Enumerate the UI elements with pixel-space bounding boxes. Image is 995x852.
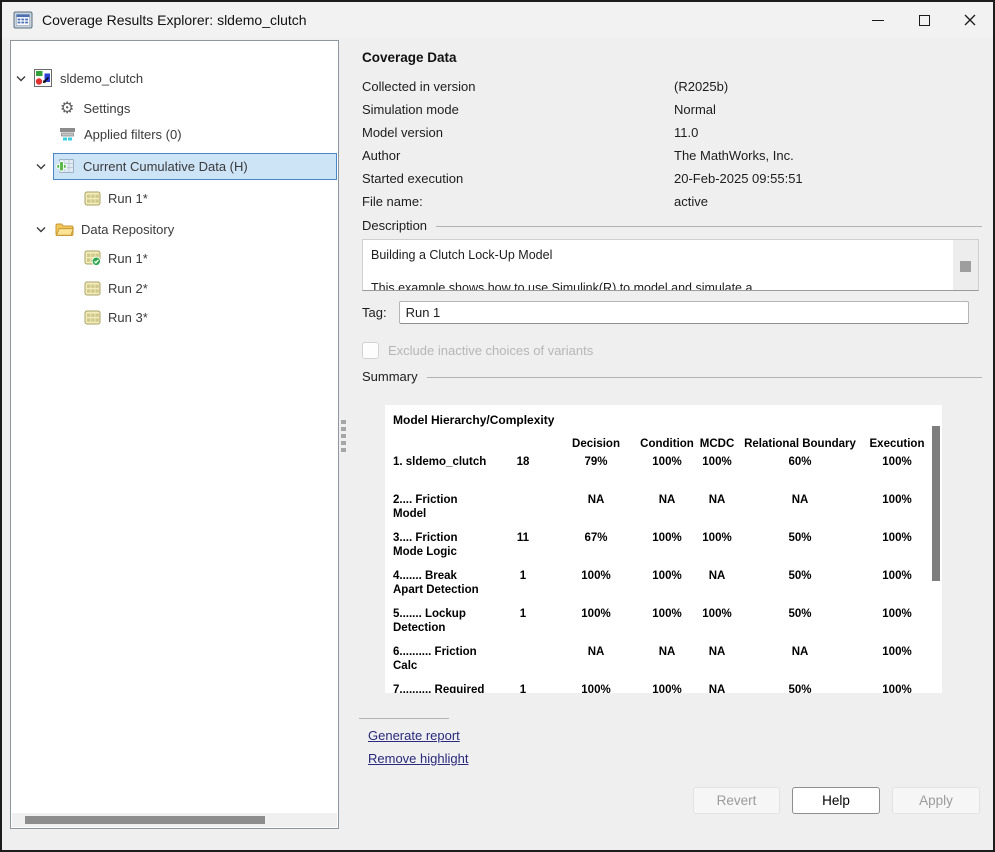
summary-table: Model Hierarchy/Complexity Decision Cond…: [385, 405, 942, 693]
tree-item-label: Data Repository: [81, 222, 174, 237]
table-corner-header: Model Hierarchy/Complexity: [385, 405, 942, 427]
run-data-icon: [84, 310, 101, 325]
horizontal-scrollbar[interactable]: [12, 813, 337, 827]
field-value: 11.0: [674, 125, 982, 140]
run-data-icon: [84, 191, 101, 206]
help-button[interactable]: Help: [792, 787, 880, 814]
column-header: Execution: [863, 436, 931, 451]
field-value: 20-Feb-2025 09:55:51: [674, 171, 982, 186]
tree-item-label: Run 3*: [108, 310, 148, 325]
table-header-row: Decision Condition MCDC Relational Bound…: [385, 436, 942, 451]
minimize-button[interactable]: [855, 2, 901, 38]
tag-input[interactable]: Run 1: [399, 301, 969, 324]
tree-item-run2-repository[interactable]: Run 2*: [11, 275, 338, 301]
coverage-data-heading: Coverage Data: [362, 50, 457, 65]
folder-icon: [55, 222, 74, 237]
exclude-variants-label: Exclude inactive choices of variants: [388, 343, 593, 358]
column-header: Relational Boundary: [737, 436, 863, 451]
simulink-model-icon: [34, 69, 52, 87]
exclude-variants-checkbox[interactable]: [362, 342, 379, 359]
coverage-results-explorer-window: Coverage Results Explorer: sldemo_clutch: [0, 0, 995, 852]
description-section-label: Description: [362, 218, 427, 233]
generate-report-link[interactable]: Generate report: [368, 728, 460, 743]
tree-item-run1-cumulative[interactable]: Run 1*: [11, 185, 338, 211]
close-button[interactable]: [947, 2, 993, 38]
section-divider: [436, 226, 982, 227]
tree-item-label: Settings: [83, 101, 130, 116]
description-line2: This example shows how to use Simulink(R…: [371, 280, 945, 291]
field-value: active: [674, 194, 982, 209]
tree-item-label: Run 2*: [108, 281, 148, 296]
tree-item-settings[interactable]: ⚙ Settings: [11, 95, 338, 121]
maximize-button[interactable]: [901, 2, 947, 38]
tree-item-applied-filters[interactable]: Applied filters (0): [11, 121, 338, 147]
cumulative-data-icon: [56, 158, 75, 175]
field-value: (R2025b): [674, 79, 982, 94]
run-data-icon: [84, 281, 101, 296]
revert-button[interactable]: Revert: [693, 787, 780, 814]
chevron-down-icon[interactable]: [36, 226, 46, 233]
table-row: 7.......... Required 1 100% 100% NA 50% …: [385, 682, 942, 693]
tree-item-label: sldemo_clutch: [60, 71, 143, 86]
remove-highlight-link[interactable]: Remove highlight: [368, 751, 468, 766]
close-icon: [964, 14, 976, 26]
field-label: Model version: [362, 125, 674, 140]
scrollbar-thumb[interactable]: [960, 261, 971, 272]
table-row: 4....... Break Apart Detection 1 100% 10…: [385, 568, 942, 603]
selected-tree-row[interactable]: Current Cumulative Data (H): [53, 153, 337, 180]
minimize-icon: [872, 20, 884, 21]
tree-item-data-repository[interactable]: Data Repository: [11, 216, 338, 242]
panel-splitter[interactable]: [339, 417, 349, 461]
coverage-info-grid: Collected in version(R2025b) Simulation …: [362, 75, 982, 213]
table-row: 6.......... Friction Calc NA NA NA NA 10…: [385, 644, 942, 679]
links-divider: [359, 718, 449, 719]
description-line1: Building a Clutch Lock-Up Model: [371, 247, 945, 263]
apply-button[interactable]: Apply: [892, 787, 980, 814]
field-label: Simulation mode: [362, 102, 674, 117]
filters-icon: [59, 127, 76, 142]
app-icon: [13, 10, 33, 30]
table-row: 1. sldemo_clutch 18 79% 100% 100% 60% 10…: [385, 454, 942, 489]
table-row: 5....... Lockup Detection 1 100% 100% 10…: [385, 606, 942, 641]
chevron-down-icon[interactable]: [16, 75, 26, 82]
tree-item-run3-repository[interactable]: Run 3*: [11, 304, 338, 330]
table-row: 3.... Friction Mode Logic 11 67% 100% 10…: [385, 530, 942, 565]
field-value: The MathWorks, Inc.: [674, 148, 982, 163]
column-header: Condition: [637, 436, 697, 451]
column-header: Decision: [555, 436, 637, 451]
window-title: Coverage Results Explorer: sldemo_clutch: [42, 12, 307, 28]
description-textarea[interactable]: Building a Clutch Lock-Up Model This exa…: [362, 239, 979, 291]
section-divider: [427, 377, 982, 378]
gear-icon: ⚙: [60, 100, 74, 116]
vertical-scrollbar[interactable]: [953, 240, 978, 290]
field-value: Normal: [674, 102, 982, 117]
tree-item-label: Run 1*: [108, 251, 148, 266]
table-row: 2.... Friction Model NA NA NA NA 100%: [385, 492, 942, 527]
tree-item-run1-repository[interactable]: Run 1*: [11, 245, 338, 271]
results-tree-panel: sldemo_clutch ⚙ Settings Applied filters…: [10, 40, 339, 829]
column-header: MCDC: [697, 436, 737, 451]
scrollbar-thumb[interactable]: [932, 426, 940, 581]
tree-item-current-cumulative-data[interactable]: Current Cumulative Data (H): [11, 153, 338, 179]
chevron-down-icon[interactable]: [36, 163, 46, 170]
run-data-checked-icon: [84, 250, 101, 266]
field-label: Collected in version: [362, 79, 674, 94]
field-label: File name:: [362, 194, 674, 209]
tree-item-sldemo-clutch[interactable]: sldemo_clutch: [11, 65, 338, 91]
maximize-icon: [919, 15, 930, 26]
title-bar: Coverage Results Explorer: sldemo_clutch: [2, 2, 993, 38]
field-label: Started execution: [362, 171, 674, 186]
tree-item-label: Current Cumulative Data (H): [83, 159, 248, 174]
tag-label: Tag:: [362, 305, 387, 320]
field-label: Author: [362, 148, 674, 163]
tree-item-label: Run 1*: [108, 191, 148, 206]
summary-section-label: Summary: [362, 369, 418, 384]
scrollbar-thumb[interactable]: [25, 816, 265, 824]
tree-item-label: Applied filters (0): [84, 127, 182, 142]
